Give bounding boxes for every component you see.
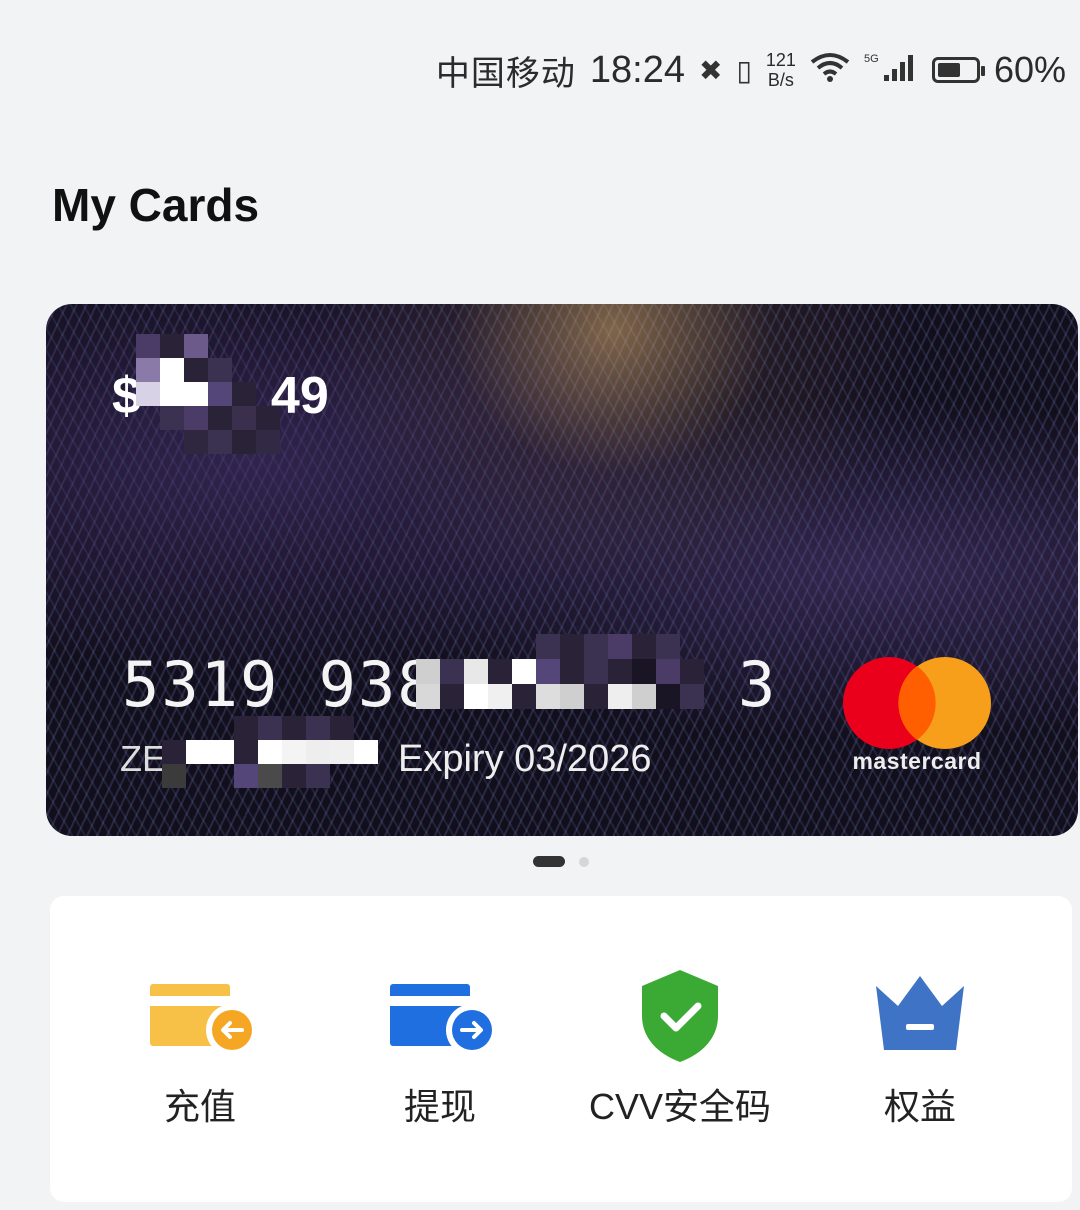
card-network-label: mastercard xyxy=(852,748,982,774)
bank-card[interactable]: $49 5319 938 3 ZE Expiry 03/2026 masterc… xyxy=(46,304,1078,836)
status-bar: 中国移动 18:24 ✖ ▯ 121 B/s 5G 60% xyxy=(436,44,1066,96)
wifi-icon xyxy=(810,52,850,89)
action-withdraw-button[interactable]: 提现 xyxy=(320,966,560,1136)
battery-icon xyxy=(931,57,985,83)
carrier-name: 中国移动 xyxy=(435,54,576,93)
network-speed: 121 B/s xyxy=(766,50,796,90)
crown-icon xyxy=(876,976,964,1050)
action-withdraw-label: 提现 xyxy=(403,1086,476,1127)
card-withdraw-icon xyxy=(390,984,498,1056)
card-actions-panel: 充值 提现 CVV安全码 权益 xyxy=(50,896,1072,1202)
mastercard-logo-icon xyxy=(843,657,991,749)
action-benefits-label: 权益 xyxy=(883,1086,956,1127)
page-title: My Cards xyxy=(52,179,260,231)
battery-percent: 60% xyxy=(993,49,1066,90)
network-speed-unit: B/s xyxy=(767,70,794,90)
vibrate-icon: ▯ xyxy=(736,54,752,86)
card-number-start: 5319 938 xyxy=(122,648,437,721)
signal-5g-label: 5G xyxy=(864,53,879,65)
status-time: 18:24 xyxy=(589,48,685,91)
action-cvv-label: CVV安全码 xyxy=(588,1086,772,1127)
shield-check-icon xyxy=(642,970,718,1062)
action-topup-label: 充值 xyxy=(163,1086,236,1127)
cellular-signal-icon: 5G xyxy=(864,51,918,90)
card-expiry: Expiry 03/2026 xyxy=(398,738,652,780)
card-pager[interactable] xyxy=(533,856,589,867)
card-topup-icon xyxy=(150,984,258,1056)
holder-redaction-mosaic xyxy=(138,716,378,788)
balance-redaction-mosaic xyxy=(136,334,280,454)
action-cvv-button[interactable]: CVV安全码 xyxy=(560,966,800,1136)
card-number-end: 3 xyxy=(738,648,776,721)
network-speed-value: 121 xyxy=(765,50,796,70)
card-number-redaction-mosaic xyxy=(416,634,728,709)
battery-fill xyxy=(937,63,960,77)
action-topup-button[interactable]: 充值 xyxy=(80,966,320,1136)
nfc-icon: ✖ xyxy=(699,54,723,86)
pager-dot[interactable] xyxy=(579,856,589,867)
pager-dot-active[interactable] xyxy=(533,856,565,867)
action-benefits-button[interactable]: 权益 xyxy=(800,966,1040,1136)
